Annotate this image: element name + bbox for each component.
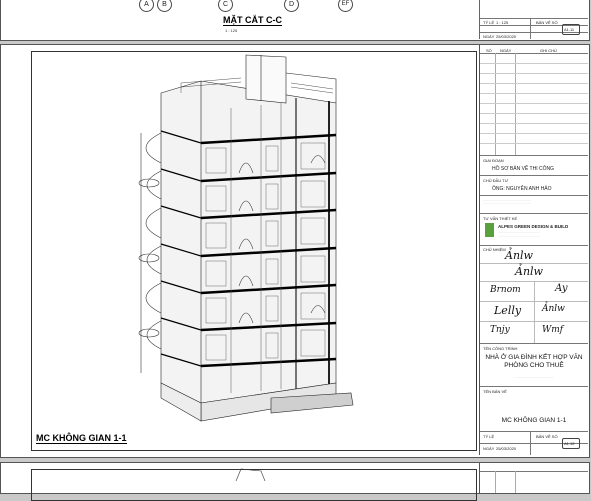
- grid-bubble-ef: EF: [338, 0, 353, 12]
- stage-label: GIAI ĐOẠN: [483, 158, 504, 163]
- owner-label: CHỦ ĐẦU TƯ: [483, 178, 509, 183]
- top-title-block: TỶ LỆ 1 : 125 NGÀY 25/03/2020 BẢN VẼ SỐ …: [479, 0, 588, 39]
- drawing-name: MC KHÔNG GIAN 1-1: [501, 417, 567, 424]
- project-label: TÊN CÔNG TRÌNH: [483, 346, 518, 351]
- signature-5: Lelly: [494, 304, 522, 317]
- top-date-label: NGÀY: [483, 34, 495, 39]
- project-name: NHÀ Ở GIA ĐÌNH KẾT HỢP VĂN PHÒNG CHO THU…: [485, 354, 583, 370]
- designer-label: TƯ VẤN THIẾT KẾ: [483, 216, 518, 221]
- title-block: SỐ NGÀY GHI CHÚ GIAI ĐOẠN HỒ SƠ BẢN VẼ T…: [479, 45, 588, 455]
- owner-value: ÔNG: NGUYỄN ANH HẢO: [492, 186, 552, 192]
- building-section-3d-view: [138, 54, 354, 422]
- top-scale-value: 1 : 125: [496, 20, 509, 25]
- chief-label: CHỦ NHIỆM: [483, 247, 506, 252]
- grid-bubble-b: B: [157, 0, 172, 12]
- view-title: MC KHÔNG GIAN 1-1: [36, 433, 127, 444]
- bottom-sheet: [0, 462, 590, 501]
- signature-7: Tnjy: [490, 325, 510, 335]
- main-sheet: MC KHÔNG GIAN 1-1 SỐ NGÀY GHI CHÚ GIAI Đ…: [0, 44, 590, 458]
- date-value: 25/03/2020: [496, 446, 517, 451]
- sheet-label: BẢN VẼ SỐ: [536, 434, 558, 439]
- signature-4: Ay: [555, 283, 568, 294]
- stage-value: HỒ SƠ BẢN VẼ THI CÔNG: [492, 166, 554, 172]
- top-sheet: A B C D EF MẶT CẮT C-C 1 : 125 TỶ LỆ 1 :…: [0, 0, 590, 41]
- top-sheet-label: BẢN VẼ SỐ: [536, 20, 558, 25]
- scale-label: TỶ LỆ: [483, 434, 495, 439]
- signature-2: Ảnlw: [515, 265, 543, 278]
- sheet-no: A1.12: [564, 441, 575, 446]
- bottom-drawing-fragment: [235, 468, 266, 481]
- signature-3: Brnom: [490, 285, 521, 295]
- grid-bubble-c: C: [218, 0, 233, 12]
- signature-6: Ảnlw: [542, 304, 565, 314]
- firm-logo-icon: [485, 223, 494, 237]
- top-scale-label: TỶ LỆ: [483, 20, 495, 25]
- signature-8: Wmf: [542, 325, 564, 335]
- drawing-label: TÊN BẢN VẼ: [483, 389, 507, 394]
- section-title: MẶT CẮT C-C: [223, 15, 282, 26]
- top-sheet-no: A1.11: [564, 27, 575, 32]
- signature-1: Ảnlw: [505, 249, 533, 262]
- grid-bubble-a: A: [139, 0, 154, 12]
- date-label: NGÀY: [483, 446, 495, 451]
- top-date-value: 25/03/2020: [496, 34, 517, 39]
- firm-name: ALPES GREEN DESIGN & BUILD: [498, 224, 569, 229]
- grid-bubble-d: D: [284, 0, 299, 12]
- section-scale: 1 : 125: [225, 28, 238, 33]
